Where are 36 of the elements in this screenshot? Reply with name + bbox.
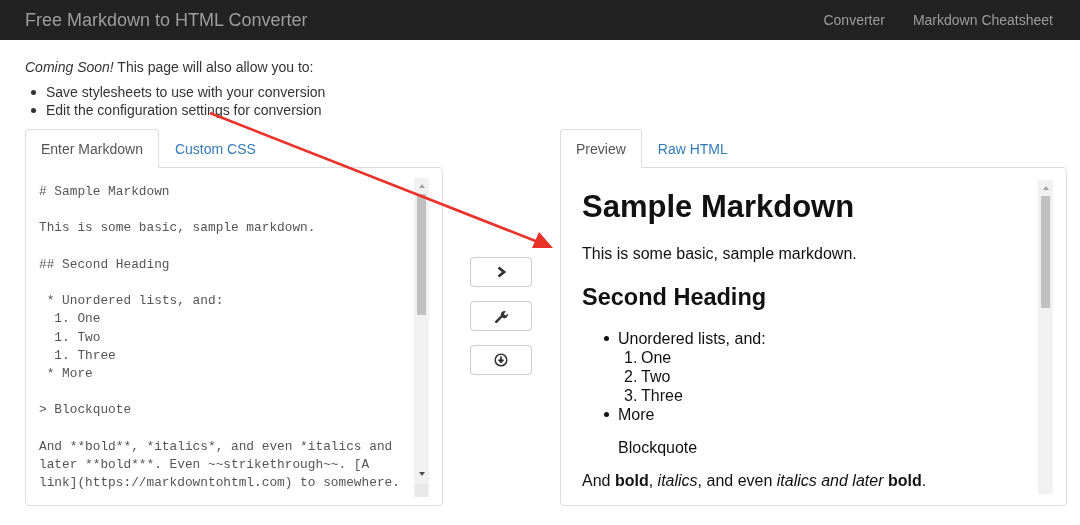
bullet-icon [31,107,36,113]
download-button[interactable] [470,345,532,375]
tab[interactable]: Enter Markdown [25,129,159,168]
tab[interactable]: Raw HTML [641,129,744,168]
convert-button[interactable] [470,257,532,287]
preview-subheading: Second Heading [582,283,768,312]
list-number: 2. [624,367,639,386]
feature-item: Save stylesheets to use with your conversion [46,83,326,102]
bullet-icon [604,336,609,341]
list-number: 1. [624,348,639,367]
preview-heading: Sample Markdown [582,189,856,225]
preview-paragraph: And bold, italics, and even italics and later bold. [582,471,928,491]
scrollbar[interactable] [1038,180,1053,494]
list-item: One [641,348,672,367]
markdown-input[interactable]: # Sample Markdown This is some basic, sample markdown. ## Second Heading * Unordered lists, and: 1. One 1. Two 1. Three * More > Blockquote And **bold**, *italics*, and even *italics and later **bold***. Even ~~strikethrough~~. [A link](https://markdowntohtml.com) to somewhere. [25,167,443,506]
list-item: Two [641,367,671,386]
list-item: More [618,405,655,424]
coming-soon-text: Coming Soon! This page will also allow you to: [25,58,315,77]
list-item: Three [641,386,683,405]
settings-button[interactable] [470,301,532,331]
tab[interactable]: Custom CSS [158,129,272,168]
nav-link[interactable]: Converter [823,12,885,28]
download-icon [494,353,508,367]
bullet-icon [31,89,36,95]
feature-item: Edit the configuration settings for conversion [46,101,322,120]
wrench-icon [494,309,508,323]
preview-paragraph: This is some basic, sample markdown. [582,244,858,264]
tab[interactable]: Preview [560,129,642,168]
chevron-right-icon [496,266,506,278]
list-item: Unordered lists, and: [618,329,766,348]
bullet-icon [604,412,609,417]
site-title[interactable]: Free Markdown to HTML Converter [25,9,824,31]
list-number: 3. [624,386,639,405]
preview-blockquote: Blockquote [618,438,699,458]
scrollbar[interactable] [414,178,429,497]
nav-link[interactable]: Markdown Cheatsheet [912,12,1053,28]
